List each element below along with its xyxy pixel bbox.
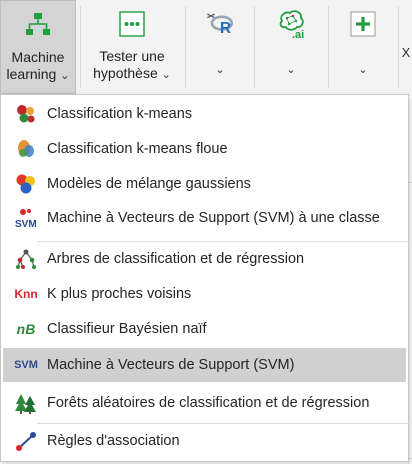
menu-item-kmeans[interactable]: Classification k-means — [3, 97, 406, 131]
chevron-down-icon: ⌄ — [215, 64, 225, 76]
menu-item-label: Machine à Vecteurs de Support (SVM) — [47, 357, 295, 373]
ribbon-divider — [254, 6, 255, 88]
svm-icon-text: SVM — [15, 219, 37, 229]
menu-item-label: Modèles de mélange gaussiens — [47, 176, 251, 192]
menu-item-label: Classifieur Bayésien naïf — [47, 321, 207, 337]
hypothesis-test-icon — [114, 6, 150, 42]
ribbon-divider — [328, 6, 329, 88]
machine-learning-button[interactable]: Machine learning ⌄ — [0, 0, 76, 94]
menu-item-svm[interactable]: SVM Machine à Vecteurs de Support (SVM) — [3, 348, 406, 382]
association-rules-icon — [13, 430, 39, 452]
svm-icon: SVM — [13, 354, 39, 376]
decision-tree-icon — [13, 248, 39, 270]
machine-learning-menu: Classification k-means Classification k-… — [0, 94, 409, 462]
ai-menu-button[interactable]: .ai ⌄ — [258, 0, 324, 94]
chevron-down-icon: ⌄ — [286, 64, 296, 76]
menu-item-label: K plus proches voisins — [47, 286, 192, 302]
machine-learning-label-1: Machine — [11, 49, 65, 65]
menu-item-random-forest[interactable]: Forêts aléatoires de classification et d… — [3, 386, 406, 420]
menu-item-label: Arbres de classification et de régressio… — [47, 251, 305, 267]
menu-item-kmeans-floue[interactable]: Classification k-means floue — [3, 132, 406, 166]
machine-learning-icon — [20, 7, 56, 43]
menu-item-label: Forêts aléatoires de classification et d… — [47, 395, 370, 411]
tester-label-1: Tester une — [99, 48, 165, 64]
ribbon-divider — [80, 6, 81, 88]
cut-off-label: X — [401, 45, 411, 60]
svm-icon-text: SVM — [14, 359, 38, 371]
menu-item-label: Classification k-means floue — [47, 141, 228, 157]
chevron-down-icon: ⌄ — [358, 64, 368, 76]
svm-one-class-icon: SVM — [13, 207, 39, 229]
ribbon-divider — [185, 6, 186, 88]
menu-item-decision-tree[interactable]: Arbres de classification et de régressio… — [3, 242, 406, 276]
menu-item-label: Machine à Vecteurs de Support (SVM) à un… — [47, 210, 380, 226]
menu-item-naive-bayes[interactable]: nB Classifieur Bayésien naïf — [3, 312, 406, 346]
ribbon-divider — [398, 6, 399, 88]
menu-item-label: Règles d'association — [47, 433, 180, 449]
cut-off-button[interactable]: X — [400, 0, 412, 94]
menu-item-svm-one-class[interactable]: SVM Machine à Vecteurs de Support (SVM) … — [3, 201, 406, 235]
menu-item-knn[interactable]: Knn K plus proches voisins — [3, 277, 406, 311]
r-logo-icon: R — [202, 6, 238, 42]
knn-icon-text: Knn — [14, 287, 38, 301]
nb-icon-text: nB — [16, 321, 36, 337]
plus-icon — [345, 6, 381, 42]
random-forest-icon — [13, 392, 39, 414]
r-menu-button[interactable]: R ⌄ — [190, 0, 250, 94]
chevron-down-icon: ⌄ — [161, 69, 171, 81]
menu-item-label: Classification k-means — [47, 106, 193, 122]
add-button[interactable]: ⌄ — [332, 0, 394, 94]
tester-label-2: hypothèse — [93, 65, 158, 81]
gaussian-mixture-icon — [13, 173, 39, 195]
machine-learning-label-2: learning — [6, 66, 57, 82]
ribbon: Machine learning ⌄ Tester une hypothèse … — [0, 0, 412, 97]
naive-bayes-icon: nB — [13, 318, 39, 340]
menu-item-gaussian-mixture[interactable]: Modèles de mélange gaussiens — [3, 167, 406, 201]
ai-text: .ai — [292, 29, 304, 41]
knn-icon: Knn — [13, 283, 39, 305]
fuzzy-kmeans-icon — [13, 138, 39, 160]
kmeans-clusters-icon — [13, 103, 39, 125]
ai-brain-icon: .ai — [273, 6, 309, 42]
menu-item-association-rules[interactable]: Règles d'association — [3, 424, 406, 458]
tester-hypothese-button[interactable]: Tester une hypothèse ⌄ — [84, 0, 180, 94]
chevron-down-icon: ⌄ — [60, 70, 70, 82]
svg-text:R: R — [220, 20, 231, 37]
